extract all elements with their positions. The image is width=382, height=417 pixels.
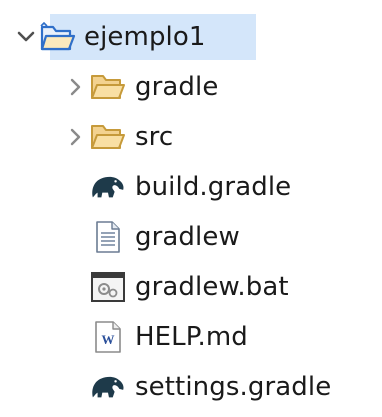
- tree-item-root[interactable]: ejemplo1: [12, 14, 206, 60]
- tree-item-label: HELP.md: [135, 322, 248, 352]
- svg-text:W: W: [102, 332, 115, 347]
- project-explorer-tree: ejemplo1 gradle src build.gradle gradlew…: [0, 0, 382, 417]
- batch-file-icon: [90, 267, 126, 307]
- project-folder-icon: [40, 17, 76, 57]
- folder-icon: [90, 67, 126, 107]
- gradle-elephant-icon: [90, 167, 126, 207]
- word-document-icon: W: [90, 317, 126, 357]
- tree-item-settings-gradle[interactable]: settings.gradle: [62, 364, 331, 410]
- text-file-icon: [90, 217, 126, 257]
- tree-item-gradlew[interactable]: gradlew: [62, 214, 240, 260]
- chevron-down-icon[interactable]: [12, 14, 40, 60]
- tree-item-gradle-folder[interactable]: gradle: [62, 64, 218, 110]
- tree-item-label: ejemplo1: [84, 22, 206, 52]
- tree-item-gradlew-bat[interactable]: gradlew.bat: [62, 264, 289, 310]
- tree-item-src-folder[interactable]: src: [62, 114, 173, 160]
- tree-item-label: build.gradle: [135, 172, 292, 202]
- tree-item-build-gradle[interactable]: build.gradle: [62, 164, 291, 210]
- tree-item-help-md[interactable]: W HELP.md: [62, 314, 248, 360]
- tree-item-label: settings.gradle: [135, 372, 332, 402]
- tree-item-label: gradle: [135, 72, 219, 102]
- tree-item-label: gradlew: [135, 222, 240, 252]
- tree-item-label: gradlew.bat: [135, 272, 289, 302]
- chevron-right-icon[interactable]: [62, 64, 90, 110]
- chevron-right-icon[interactable]: [62, 114, 90, 160]
- tree-item-label: src: [135, 122, 174, 152]
- folder-icon: [90, 117, 126, 157]
- gradle-elephant-icon: [90, 367, 126, 407]
